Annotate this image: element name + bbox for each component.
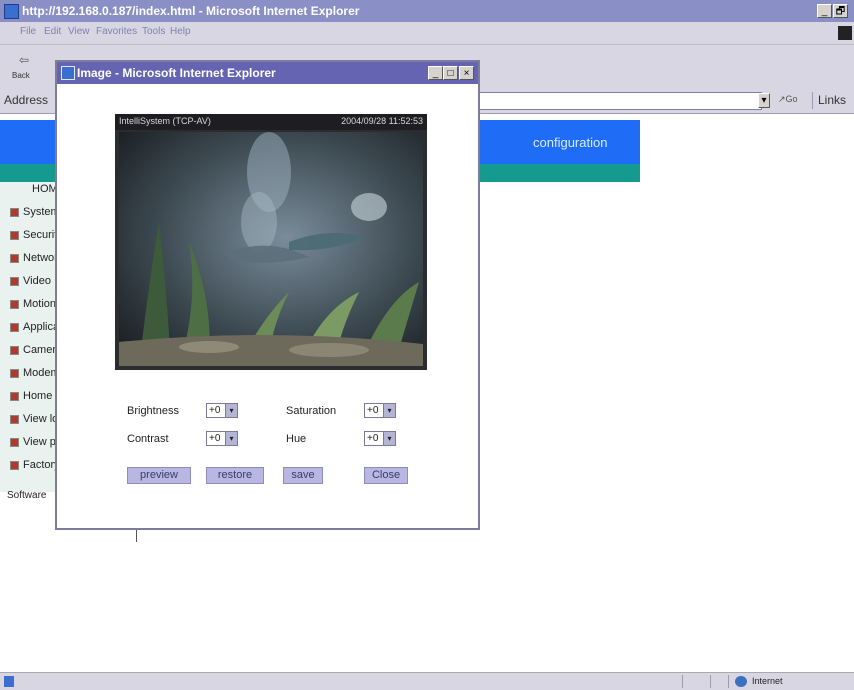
expand-bullet-icon: [10, 391, 19, 401]
expand-bullet-icon: [10, 460, 19, 470]
nav-item-system[interactable]: System: [10, 206, 60, 220]
preview-button[interactable]: preview: [127, 467, 191, 484]
minimize-button[interactable]: _: [817, 4, 832, 18]
status-separator: [728, 675, 729, 688]
menu-tools[interactable]: Tools: [142, 26, 165, 37]
image-popup-window: Image - Microsoft Internet Explorer _ □ …: [55, 60, 480, 530]
camera-overlay-bar: IntelliSystem (TCP-AV) 2004/09/28 11:52:…: [115, 114, 427, 130]
popup-title: Image - Microsoft Internet Explorer: [77, 66, 276, 80]
menu-file[interactable]: File: [20, 26, 36, 37]
main-window-title: http://192.168.0.187/index.html - Micros…: [22, 4, 360, 18]
camera-timestamp: 2004/09/28 11:52:53: [341, 116, 423, 126]
menu-edit[interactable]: Edit: [44, 26, 61, 37]
expand-bullet-icon: [10, 437, 19, 447]
contrast-select[interactable]: +0 ▾: [206, 431, 238, 446]
restore-button[interactable]: restore: [206, 467, 264, 484]
windows-logo-icon: [838, 26, 852, 40]
expand-bullet-icon: [10, 230, 19, 240]
hue-label: Hue: [286, 433, 307, 445]
security-zone-label: Internet: [752, 676, 783, 686]
text-cursor: [136, 530, 137, 542]
camera-name-label: IntelliSystem (TCP-AV): [119, 116, 211, 126]
status-separator: [682, 675, 683, 688]
configuration-heading: configuration: [533, 135, 608, 150]
back-button[interactable]: ⇦ Back: [10, 51, 36, 85]
expand-bullet-icon: [10, 345, 19, 355]
chevron-down-icon: ▾: [225, 432, 237, 445]
nav-item-motion[interactable]: Motion: [10, 298, 56, 312]
brightness-select[interactable]: +0 ▾: [206, 403, 238, 418]
ie-window-icon: [4, 4, 19, 19]
links-button[interactable]: Links: [818, 93, 846, 107]
menu-bar: File Edit View Favorites Tools Help: [0, 22, 854, 45]
menu-help[interactable]: Help: [170, 26, 191, 37]
chevron-down-icon: ▾: [383, 404, 395, 417]
status-separator: [710, 675, 711, 688]
back-label: Back: [12, 71, 30, 80]
saturation-select[interactable]: +0 ▾: [364, 403, 396, 418]
popup-title-bar[interactable]: Image - Microsoft Internet Explorer _ □ …: [57, 62, 478, 84]
expand-bullet-icon: [10, 368, 19, 378]
popup-close-button[interactable]: ×: [459, 66, 474, 80]
menu-view[interactable]: View: [68, 26, 90, 37]
menu-favorites[interactable]: Favorites: [96, 26, 137, 37]
popup-minimize-button[interactable]: _: [428, 66, 443, 80]
nav-item-modem[interactable]: Modem: [10, 367, 60, 381]
software-label: Software: [7, 490, 47, 501]
address-label: Address: [4, 93, 49, 107]
nav-item-video[interactable]: Video: [10, 275, 51, 289]
hue-select[interactable]: +0 ▾: [364, 431, 396, 446]
expand-bullet-icon: [10, 414, 19, 424]
expand-bullet-icon: [10, 207, 19, 217]
toolbar-divider: [812, 92, 813, 109]
internet-zone-icon: [735, 676, 747, 687]
page-icon: [4, 676, 14, 687]
brightness-label: Brightness: [127, 405, 179, 417]
aquarium-scene-image: [119, 132, 423, 366]
close-button[interactable]: Close: [364, 467, 408, 484]
expand-bullet-icon: [10, 299, 19, 309]
saturation-label: Saturation: [286, 405, 337, 417]
ie-window-icon: [61, 66, 75, 80]
main-title-bar[interactable]: http://192.168.0.187/index.html - Micros…: [0, 0, 854, 22]
go-button[interactable]: ↗Go: [778, 94, 798, 105]
go-arrow-icon: ↗: [778, 94, 786, 104]
expand-bullet-icon: [10, 253, 19, 263]
expand-bullet-icon: [10, 322, 19, 332]
chevron-down-icon: ▾: [383, 432, 395, 445]
popup-maximize-button[interactable]: □: [443, 66, 458, 80]
expand-bullet-icon: [10, 276, 19, 286]
contrast-label: Contrast: [127, 433, 169, 445]
address-dropdown-button[interactable]: ▾: [758, 93, 770, 108]
save-button[interactable]: save: [283, 467, 323, 484]
chevron-down-icon: ▾: [225, 404, 237, 417]
back-arrow-icon: ⇦: [19, 53, 30, 67]
status-bar: Internet: [0, 672, 854, 690]
camera-image: IntelliSystem (TCP-AV) 2004/09/28 11:52:…: [115, 114, 427, 370]
address-input[interactable]: [478, 92, 762, 110]
restore-button[interactable]: 🗗: [833, 4, 848, 18]
